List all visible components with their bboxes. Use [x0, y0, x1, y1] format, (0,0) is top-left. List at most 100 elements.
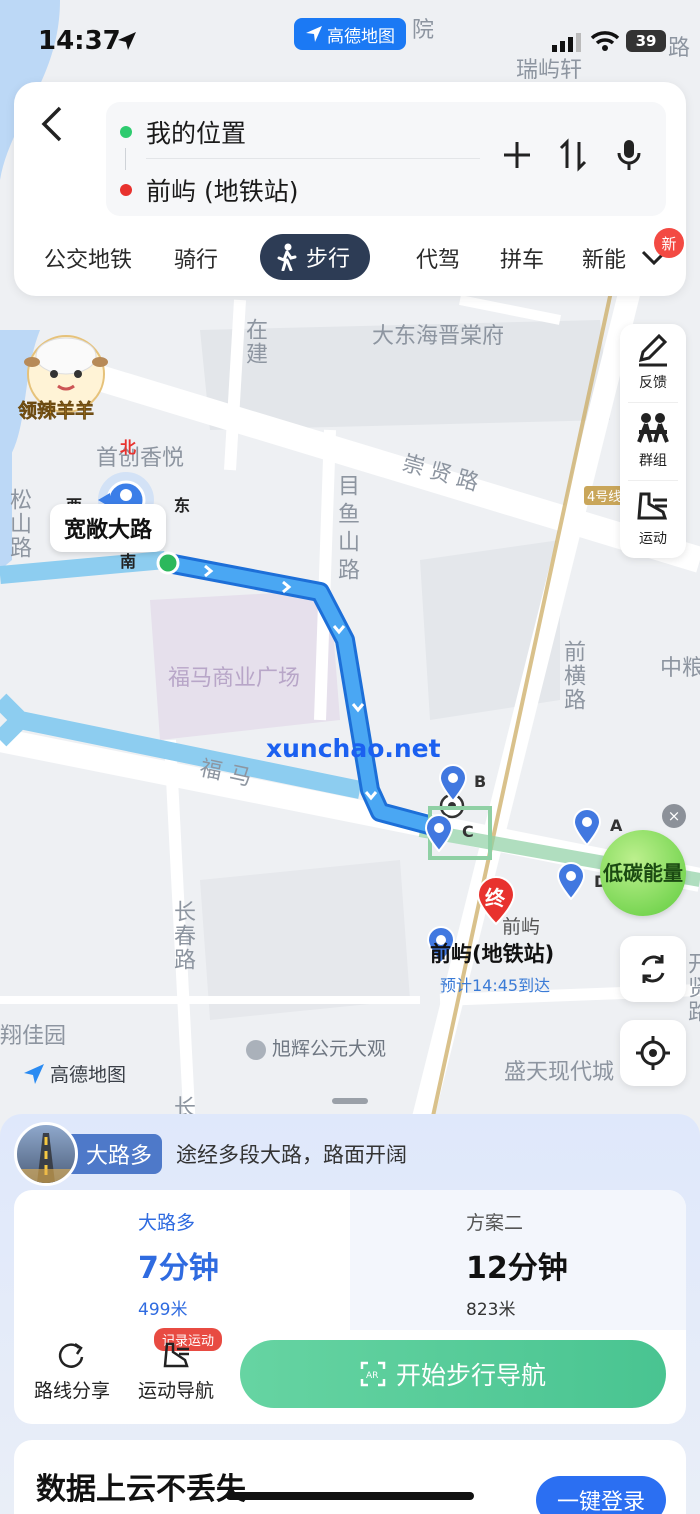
- sport-navigation-button[interactable]: 运动导航: [138, 1340, 214, 1403]
- add-waypoint-icon[interactable]: [502, 138, 532, 172]
- watermark: xunchao.net: [266, 734, 441, 763]
- route-actions: [502, 138, 644, 172]
- poi-house-icon: [246, 1039, 266, 1060]
- route-share-button[interactable]: 路线分享: [34, 1340, 110, 1403]
- road-icon: [14, 1122, 78, 1186]
- sheet-drag-handle[interactable]: [332, 1098, 368, 1104]
- pin-icon: [556, 862, 586, 901]
- road-illustration: [17, 1133, 75, 1183]
- travel-mode-tabs: 公交地铁 骑行 步行 代驾 拼车 新能 新: [14, 228, 686, 282]
- destination-dot: [120, 184, 132, 196]
- sport-button[interactable]: 运动: [620, 480, 686, 558]
- tab-walking-label: 步行: [306, 247, 351, 272]
- pin-icon: [424, 814, 454, 853]
- poi-name: 旭辉公元大观: [272, 1038, 387, 1060]
- microphone-icon[interactable]: [614, 138, 644, 172]
- plan-1-duration: 7分钟: [138, 1251, 219, 1286]
- start-walking-navigation-button[interactable]: AR 开始步行导航: [240, 1340, 666, 1408]
- sheep-promo-label: 领辣羊羊: [18, 400, 95, 423]
- plan-1-distance: 499米: [138, 1300, 188, 1320]
- map-label-changchun: 长春路: [170, 900, 195, 972]
- running-shoe-icon: [163, 1342, 189, 1368]
- location-arrow-icon: [118, 32, 136, 50]
- map-label-fuma-plaza: 福马商业广场: [168, 666, 301, 691]
- route-share-label: 路线分享: [34, 1380, 111, 1402]
- plan-2-distance: 823米: [466, 1300, 516, 1320]
- tab-carpool[interactable]: 拼车: [500, 242, 544, 274]
- wifi-icon: [590, 31, 620, 51]
- map-label-xiangjia: 翔佳园: [0, 1024, 67, 1049]
- tab-new-energy[interactable]: 新能: [582, 242, 628, 274]
- compass-north: 北: [120, 438, 137, 457]
- end-marker[interactable]: 终: [476, 876, 516, 926]
- cloud-sync-title: 数据上云不丢失: [36, 1472, 246, 1507]
- share-icon: [58, 1342, 84, 1368]
- tab-walking[interactable]: 步行: [260, 234, 371, 280]
- ar-icon: AR: [360, 1361, 386, 1387]
- sport-navigation-label: 运动导航: [138, 1380, 215, 1402]
- origin-dot: [120, 126, 132, 138]
- route-tag-desc: 途经多段大路，路面开阔: [176, 1143, 408, 1167]
- running-shoe-icon: [637, 492, 668, 520]
- map-label-shengtian: 盛天现代城: [504, 1060, 615, 1085]
- pencil-icon: [638, 334, 668, 367]
- tab-designated-driver[interactable]: 代驾: [416, 242, 460, 274]
- map-label-dongfu: 大东海晋棠府: [372, 324, 505, 349]
- swap-icon[interactable]: [558, 138, 588, 172]
- waypoint-c-marker[interactable]: [424, 814, 454, 853]
- status-bar: 14:37 高德地图 39: [0, 0, 700, 82]
- svg-text:AR: AR: [366, 1371, 378, 1381]
- route-connector: [125, 148, 126, 170]
- group-icon: [637, 413, 669, 443]
- route-tag-row: 大路多 途经多段大路，路面开阔: [14, 1122, 407, 1186]
- waypoint-a-letter: A: [610, 816, 623, 835]
- home-indicator[interactable]: [226, 1492, 474, 1500]
- feedback-button[interactable]: 反馈: [620, 324, 686, 402]
- route-tag: 大路多: [70, 1134, 163, 1174]
- waypoint-b-letter: B: [474, 772, 487, 791]
- tab-cycling[interactable]: 骑行: [174, 242, 218, 274]
- app-badge[interactable]: 高德地图: [294, 18, 406, 50]
- destination-field[interactable]: 前屿 (地铁站): [146, 172, 298, 208]
- waypoint-b-marker[interactable]: [438, 764, 468, 803]
- origin-field[interactable]: 我的位置: [146, 114, 246, 150]
- low-carbon-energy[interactable]: 低碳能量: [600, 830, 686, 916]
- waypoint-c-letter: C: [462, 822, 474, 841]
- amap-logo: 高德地图: [22, 1060, 126, 1087]
- end-marker-text: 终: [485, 886, 505, 910]
- map-label-xuhui: 旭辉公元大观: [246, 1034, 386, 1061]
- locate-me-button[interactable]: [620, 1020, 686, 1086]
- app-badge-label: 高德地图: [327, 26, 395, 47]
- plan-option-1[interactable]: 大路多 7分钟 499米: [138, 1208, 219, 1320]
- start-button-label: 开始步行导航: [395, 1361, 546, 1390]
- cloud-sync-card: 数据上云不丢失 一键登录: [14, 1440, 686, 1514]
- refresh-route-button[interactable]: [620, 936, 686, 1002]
- destination-eta: 预计14:45到达: [440, 976, 551, 995]
- walk-icon: [277, 243, 297, 271]
- waypoint-a-marker[interactable]: [572, 808, 602, 847]
- amap-logo-text: 高德地图: [50, 1064, 127, 1086]
- map-label-muyushan: 目鱼山路: [334, 474, 359, 586]
- route-inputs: 我的位置 前屿 (地铁站): [106, 102, 666, 216]
- destination-row[interactable]: 前屿 (地铁站): [120, 172, 298, 208]
- route-search-card: 我的位置 前屿 (地铁站) 公交地铁 骑行 步行 代驾 拼车 新能 新: [14, 82, 686, 296]
- origin-row[interactable]: 我的位置: [120, 114, 246, 150]
- one-click-login-button[interactable]: 一键登录: [536, 1476, 666, 1514]
- signal-icon: [552, 33, 581, 52]
- route-sheet: 大路多 途经多段大路，路面开阔 大路多 7分钟 499米 方案二 12分钟 82…: [0, 1114, 700, 1514]
- route-divider: [146, 158, 480, 159]
- close-icon[interactable]: ×: [662, 804, 686, 828]
- pin-icon: [572, 808, 602, 847]
- status-time: 14:37: [38, 26, 121, 56]
- new-badge: 新: [654, 228, 684, 258]
- plan-option-2[interactable]: 方案二 12分钟 823米: [466, 1208, 568, 1320]
- feedback-label: 反馈: [639, 375, 667, 391]
- map-label-songshan: 松山路: [6, 488, 31, 560]
- waypoint-d-marker[interactable]: [556, 862, 586, 901]
- plan-card: 大路多 7分钟 499米 方案二 12分钟 823米 路线分享 记录运动 运动导…: [14, 1190, 686, 1424]
- group-button[interactable]: 群组: [620, 402, 686, 480]
- destination-title[interactable]: 前屿(地铁站): [430, 938, 554, 968]
- map-tools: 反馈 群组 运动: [620, 324, 686, 558]
- tab-transit[interactable]: 公交地铁: [44, 242, 132, 274]
- back-icon[interactable]: [38, 104, 68, 144]
